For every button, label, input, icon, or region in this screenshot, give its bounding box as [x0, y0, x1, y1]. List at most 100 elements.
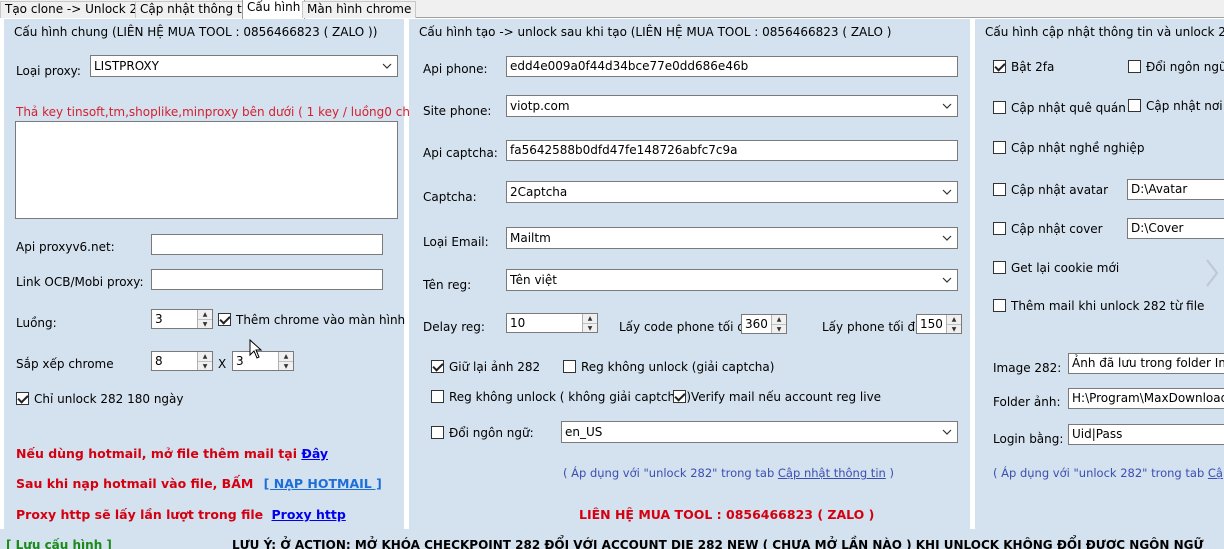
- stepper-buttons[interactable]: ▲ ▼: [278, 352, 293, 370]
- folder-label: Folder ảnh:: [993, 395, 1061, 409]
- update-avatar-checkbox[interactable]: Cập nhật avatar: [993, 183, 1108, 197]
- update-info-link[interactable]: Cập nh: [1208, 466, 1224, 480]
- up-arrow-icon[interactable]: ▲: [583, 314, 597, 323]
- up-arrow-icon[interactable]: ▲: [198, 352, 212, 361]
- link-ocb-input[interactable]: [151, 269, 383, 290]
- change-lang-label: Đổi ngôn ngữ:: [449, 426, 534, 440]
- checkbox-box[interactable]: [218, 313, 231, 326]
- arrange-rows-stepper[interactable]: 3 ▲ ▼: [232, 351, 294, 371]
- update-residence-checkbox[interactable]: Cập nhật nơi s: [1128, 99, 1224, 113]
- api-phone-input[interactable]: edd4e009a0f44d34bce77e0dd686e46b: [506, 56, 958, 77]
- down-arrow-icon[interactable]: ▼: [198, 319, 212, 328]
- down-arrow-icon[interactable]: ▼: [772, 324, 786, 333]
- stepper-buttons[interactable]: ▲ ▼: [197, 310, 212, 328]
- checkbox-box[interactable]: [993, 141, 1006, 154]
- reg-name-value: Tên việt: [510, 273, 557, 287]
- checkbox-box[interactable]: [563, 360, 576, 373]
- api-captcha-input[interactable]: fa5642588b0dfd47fe148726abfc7c9a: [506, 140, 958, 161]
- save-config-button[interactable]: [ Lưu cấu hình ]: [6, 538, 112, 549]
- reg-no-unlock-captcha-checkbox[interactable]: Reg không unlock (giải captcha): [563, 360, 774, 374]
- change-lang-checkbox[interactable]: Đổi ngôn ngữ t: [1128, 60, 1224, 74]
- login-input[interactable]: Uid|Pass: [1068, 424, 1224, 445]
- max-phone-stepper[interactable]: 150 ▲ ▼: [916, 314, 962, 334]
- update-cover-checkbox[interactable]: Cập nhật cover: [993, 222, 1103, 236]
- tab-chrome-screen[interactable]: Màn hình chrome: [302, 1, 417, 18]
- add-chrome-checkbox[interactable]: Thêm chrome vào màn hình: [218, 313, 405, 327]
- up-arrow-icon[interactable]: ▲: [772, 315, 786, 324]
- proxy-key-textarea[interactable]: [15, 121, 398, 219]
- apply-note-suffix: ): [889, 466, 894, 480]
- down-arrow-icon[interactable]: ▼: [947, 324, 961, 333]
- tab-config[interactable]: Cấu hình: [242, 0, 306, 19]
- update-hometown-checkbox[interactable]: Cập nhật quê quán: [993, 101, 1126, 115]
- api-captcha-label: Api captcha:: [423, 146, 498, 160]
- email-type-select[interactable]: Mailtm: [506, 227, 958, 249]
- proxy-http-link[interactable]: Proxy http: [272, 507, 346, 522]
- checkbox-box[interactable]: [993, 183, 1006, 196]
- enable-2fa-checkbox[interactable]: Bật 2fa: [993, 60, 1054, 74]
- checkbox-box[interactable]: [431, 426, 444, 439]
- threads-label: Luồng:: [16, 316, 57, 330]
- up-arrow-icon[interactable]: ▲: [279, 352, 293, 361]
- arrange-label: Sắp xếp chrome: [16, 357, 114, 371]
- up-arrow-icon[interactable]: ▲: [198, 310, 212, 319]
- update-info-link[interactable]: Cập nhật thông tin: [778, 466, 886, 480]
- chevron-down-icon: [942, 189, 952, 195]
- apply-note-prefix: ( Áp dụng với "unlock 282" trong tab: [993, 466, 1205, 480]
- stepper-buttons[interactable]: ▲ ▼: [946, 315, 961, 333]
- checkbox-box[interactable]: [431, 390, 444, 403]
- down-arrow-icon[interactable]: ▼: [279, 361, 293, 370]
- checkbox-box[interactable]: [993, 299, 1006, 312]
- api-phone-label: Api phone:: [423, 62, 488, 76]
- threads-stepper[interactable]: 3 ▲ ▼: [151, 309, 213, 329]
- stepper-buttons[interactable]: ▲ ▼: [197, 352, 212, 370]
- mouse-cursor-icon: [249, 339, 263, 359]
- login-label: Login bằng:: [993, 432, 1064, 446]
- reg-no-unlock-captcha-label: Reg không unlock (giải captcha): [581, 360, 775, 374]
- checkbox-box[interactable]: [1128, 99, 1141, 112]
- avatar-path-input[interactable]: D:\Avatar: [1127, 179, 1224, 200]
- captcha-select[interactable]: 2Captcha: [506, 181, 958, 203]
- captcha-label: Captcha:: [423, 190, 477, 204]
- unlock-180-checkbox[interactable]: Chỉ unlock 282 180 ngày: [16, 392, 184, 406]
- change-lang-checkbox[interactable]: Đổi ngôn ngữ:: [431, 426, 534, 440]
- folder-input[interactable]: H:\Program\MaxDownloadIm: [1068, 388, 1224, 409]
- max-code-label: Lấy code phone tối đa: [619, 320, 753, 334]
- tab-strip: Tạo clone -> Unlock 282 Cập nhật thông t…: [0, 0, 1224, 19]
- proxy-type-select[interactable]: LISTPROXY: [90, 55, 398, 77]
- up-arrow-icon[interactable]: ▲: [947, 315, 961, 324]
- api-proxyv6-input[interactable]: [151, 234, 383, 255]
- checkbox-box[interactable]: [1128, 60, 1141, 73]
- max-code-stepper[interactable]: 360 ▲ ▼: [741, 314, 787, 334]
- stepper-buttons[interactable]: ▲ ▼: [582, 314, 597, 332]
- hotmail-file-link[interactable]: Đây: [301, 446, 328, 461]
- arrange-cols-stepper[interactable]: 8 ▲ ▼: [151, 351, 213, 371]
- stepper-buttons[interactable]: ▲ ▼: [771, 315, 786, 333]
- chevron-right-icon[interactable]: [1204, 258, 1220, 288]
- update-job-checkbox[interactable]: Cập nhật nghề nghiệp: [993, 141, 1144, 155]
- tab-create-clone[interactable]: Tạo clone -> Unlock 282: [0, 1, 158, 18]
- change-lang-select[interactable]: en_US: [561, 421, 958, 443]
- site-phone-select[interactable]: viotp.com: [506, 95, 958, 117]
- checkbox-box[interactable]: [993, 261, 1006, 274]
- verify-mail-checkbox[interactable]: Verify mail nếu account reg live: [673, 390, 881, 404]
- checkbox-box[interactable]: [16, 392, 29, 405]
- reg-no-unlock-checkbox[interactable]: Reg không unlock ( không giải captcha ): [431, 390, 691, 404]
- reg-name-select[interactable]: Tên việt: [506, 269, 958, 291]
- load-hotmail-link[interactable]: [ NẠP HOTMAIL ]: [264, 476, 382, 491]
- tab-update-info[interactable]: Cập nhật thông tin: [135, 1, 258, 18]
- checkbox-box[interactable]: [993, 222, 1006, 235]
- add-mail-unlock-checkbox[interactable]: Thêm mail khi unlock 282 từ file: [993, 299, 1204, 313]
- down-arrow-icon[interactable]: ▼: [198, 361, 212, 370]
- checkbox-box[interactable]: [993, 101, 1006, 114]
- image-282-input[interactable]: Ảnh đã lưu trong folder Image: [1068, 353, 1224, 374]
- checkbox-box[interactable]: [993, 60, 1006, 73]
- checkbox-box[interactable]: [673, 390, 686, 403]
- delay-stepper[interactable]: 10 ▲ ▼: [506, 313, 598, 333]
- keep-photo-checkbox[interactable]: Giữ lại ảnh 282: [431, 360, 540, 374]
- general-config-panel: Cấu hình chung (LIÊN HỆ MUA TOOL : 08564…: [4, 19, 450, 529]
- cover-path-input[interactable]: D:\Cover: [1127, 218, 1224, 239]
- checkbox-box[interactable]: [431, 360, 444, 373]
- get-cookie-checkbox[interactable]: Get lại cookie mới: [993, 261, 1119, 275]
- down-arrow-icon[interactable]: ▼: [583, 323, 597, 332]
